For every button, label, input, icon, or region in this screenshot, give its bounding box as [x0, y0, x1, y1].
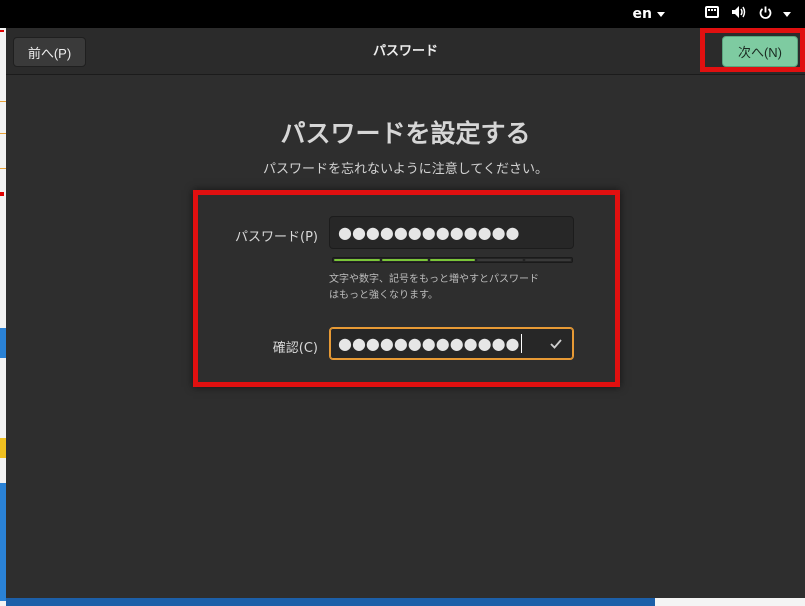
- confirm-label: 確認(C): [272, 341, 318, 356]
- password-strength-hint: 文字や数字、記号をもっと増やすとパスワード はもっと強くなります。: [329, 272, 579, 304]
- power-icon: [759, 6, 772, 23]
- strength-segment: [525, 259, 571, 261]
- checkmark-icon: [549, 336, 563, 350]
- top-system-panel: en: [0, 0, 805, 28]
- volume-icon: [731, 5, 747, 23]
- system-menu[interactable]: [699, 0, 791, 28]
- password-strength-bar: [332, 257, 573, 263]
- page-heading: パスワードを設定する: [280, 119, 531, 148]
- chevron-down-icon: [657, 11, 665, 17]
- language-menu[interactable]: en: [633, 0, 665, 28]
- header-title: パスワード: [372, 44, 438, 59]
- setup-window: パスワード 前へ(P) 次へ(N) パスワードを設定する パスワードを忘れないよ…: [6, 28, 805, 598]
- keyboard-icon: [705, 6, 719, 22]
- strength-segment: [381, 259, 428, 261]
- next-button[interactable]: 次へ(N): [722, 36, 798, 67]
- confirm-password-input[interactable]: ●●●●●●●●●●●●●: [329, 327, 574, 360]
- strength-segment: [477, 259, 524, 261]
- password-input[interactable]: ●●●●●●●●●●●●●: [329, 216, 574, 249]
- header-bar: パスワード 前へ(P) 次へ(N): [6, 28, 805, 75]
- page-subtitle: パスワードを忘れないように注意してください。: [263, 162, 548, 177]
- password-value: ●●●●●●●●●●●●●: [338, 223, 520, 242]
- text-cursor: [520, 334, 522, 353]
- strength-segment: [334, 259, 380, 261]
- strength-hint-line-2: はもっと強くなります。: [329, 290, 438, 301]
- back-button[interactable]: 前へ(P): [13, 37, 86, 67]
- password-label: パスワード(P): [235, 230, 318, 245]
- confirm-value: ●●●●●●●●●●●●●: [338, 334, 520, 353]
- strength-hint-line-1: 文字や数字、記号をもっと増やすとパスワード: [329, 274, 539, 285]
- chevron-down-icon: [783, 11, 791, 17]
- strength-segment: [429, 259, 476, 261]
- language-indicator: en: [632, 6, 652, 22]
